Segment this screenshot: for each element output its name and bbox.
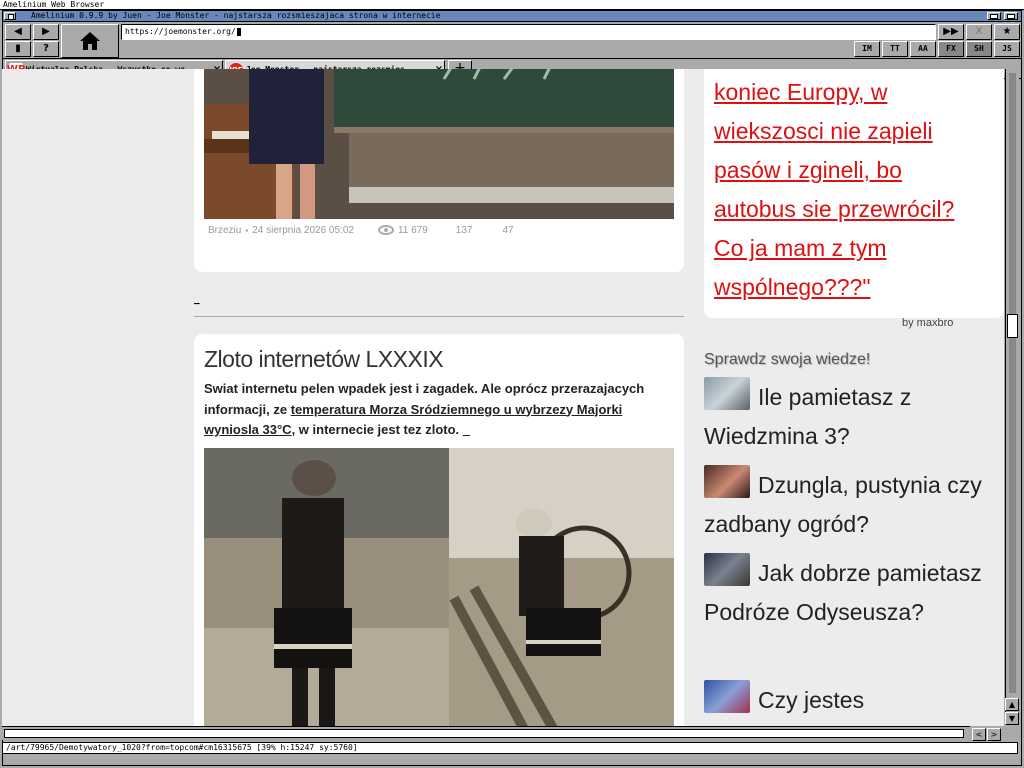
quote-author[interactable]: by maxbro — [902, 317, 953, 329]
amiga-screen: Amelinium Web Browser Amelinium 0.9.9 by… — [0, 0, 1024, 768]
article-photo-bathers[interactable] — [204, 448, 674, 726]
article-photo-classroom[interactable] — [204, 69, 674, 219]
depth-gadget-icon[interactable] — [1004, 12, 1018, 20]
mode-js-toggle[interactable]: JS — [994, 41, 1020, 57]
home-button[interactable] — [61, 24, 119, 58]
meta-likes: 137 — [455, 224, 473, 236]
quote-line: pasów i zgineli, bo — [714, 157, 902, 183]
article-title[interactable]: Zloto internetów LXXXIX — [204, 346, 444, 373]
meta-comments[interactable]: 47 — [502, 225, 513, 236]
hscroll-knob[interactable] — [4, 729, 964, 738]
quiz-thumbnail-portrait-icon — [704, 465, 750, 498]
scroll-up-button[interactable]: ▲ — [1005, 698, 1019, 711]
quiz-item[interactable]: Jak dobrze pamietasz Podróze Odyseusza? — [704, 553, 1004, 632]
url-input[interactable]: https://joemonster.org/ — [121, 24, 936, 40]
help-button[interactable]: ? — [33, 41, 59, 57]
horizontal-scrollbar[interactable] — [2, 726, 970, 740]
lead-text-2: w internecie jest tez zloto. — [295, 422, 463, 437]
window-close-icon[interactable] — [4, 12, 16, 20]
mode-tt-toggle[interactable]: TT — [882, 41, 908, 57]
quote-line: wspólnego???" — [714, 274, 871, 300]
mode-sh-toggle[interactable]: SH — [966, 41, 992, 57]
quote-line: Co ja mam z tym — [714, 235, 887, 261]
classroom-photo-icon — [204, 69, 674, 219]
article-card-top: Brzeziu ▪ 24 sierpnia 2026 05:02 11 679 … — [194, 69, 684, 272]
meta-views: 11 679 — [397, 224, 428, 236]
mode-aa-toggle[interactable]: AA — [910, 41, 936, 57]
scroll-left-button[interactable]: < — [972, 728, 986, 741]
back-button[interactable]: ◀ — [5, 24, 31, 40]
stop-button[interactable]: X — [966, 24, 992, 40]
quote-line: koniec Europy, w — [714, 79, 888, 105]
text-cursor — [236, 27, 241, 36]
quiz-item-label: Czy jestes — [758, 687, 865, 713]
scroll-right-button[interactable]: > — [987, 728, 1001, 741]
scroll-down-button[interactable]: ▼ — [1005, 712, 1019, 725]
screen-title-bar: Amelinium Web Browser — [0, 0, 1024, 10]
mode-fx-toggle[interactable]: FX — [938, 41, 964, 57]
go-button[interactable]: ▶▶ — [938, 24, 964, 40]
window-title: Amelinium 0.9.9 by Juen - Joe Monster - … — [29, 11, 443, 21]
section-divider — [194, 316, 684, 317]
quiz-heading: Sprawdz swoja wiedze! — [704, 351, 871, 368]
quiz-item[interactable]: Ile pamietasz z Wiedzmina 3? — [704, 377, 1004, 456]
meta-date: 24 sierpnia 2026 05:02 — [252, 224, 354, 236]
zoom-gadget-icon[interactable] — [987, 12, 1001, 20]
favorite-star-button[interactable]: ★ — [994, 24, 1020, 40]
scroll-knob[interactable] — [1007, 314, 1018, 338]
page-viewport: Brzeziu ▪ 24 sierpnia 2026 05:02 11 679 … — [2, 69, 1004, 726]
quiz-thumbnail-game-icon — [704, 680, 750, 713]
quiz-item[interactable]: Czy jestes — [704, 680, 1004, 720]
article-card-main: Zloto internetów LXXXIX Swiat internetu … — [194, 334, 684, 726]
vertical-scrollbar[interactable] — [1005, 69, 1019, 725]
quote-text[interactable]: koniec Europy, w wiekszosci nie zapieli … — [714, 73, 999, 307]
url-text: https://joemonster.org/ — [125, 27, 236, 36]
quiz-thumbnail-odyssey-icon — [704, 553, 750, 586]
status-bar: /art/79965/Demotywatory_1020?from=topcom… — [2, 742, 1018, 754]
forward-button[interactable]: ▶ — [33, 24, 59, 40]
quote-line: autobus sie przewrócil? — [714, 196, 955, 222]
scroll-track[interactable] — [1009, 73, 1016, 693]
article-lead: Swiat internetu pelen wpadek jest i zaga… — [204, 379, 674, 441]
bookmark-button[interactable]: ▮ — [5, 41, 31, 57]
quote-line: wiekszosci nie zapieli — [714, 118, 933, 144]
home-icon — [80, 32, 100, 50]
quiz-item[interactable]: Dzungla, pustynia czy zadbany ogród? — [704, 465, 1004, 544]
separator-link[interactable]: _ — [194, 294, 200, 305]
meta-author[interactable]: Brzeziu — [208, 225, 241, 236]
mode-im-toggle[interactable]: IM — [854, 41, 880, 57]
quote-card: koniec Europy, w wiekszosci nie zapieli … — [704, 69, 1004, 318]
quiz-thumbnail-witcher-icon — [704, 377, 750, 410]
views-eye-icon — [377, 225, 394, 235]
meta-separator-icon: ▪ — [245, 225, 249, 235]
article-meta: Brzeziu ▪ 24 sierpnia 2026 05:02 11 679 … — [208, 223, 518, 237]
lead-tail-link[interactable]: _ — [463, 422, 470, 437]
vintage-photo-icon — [204, 448, 674, 726]
window-title-bar[interactable]: Amelinium 0.9.9 by Juen - Joe Monster - … — [3, 11, 1021, 22]
